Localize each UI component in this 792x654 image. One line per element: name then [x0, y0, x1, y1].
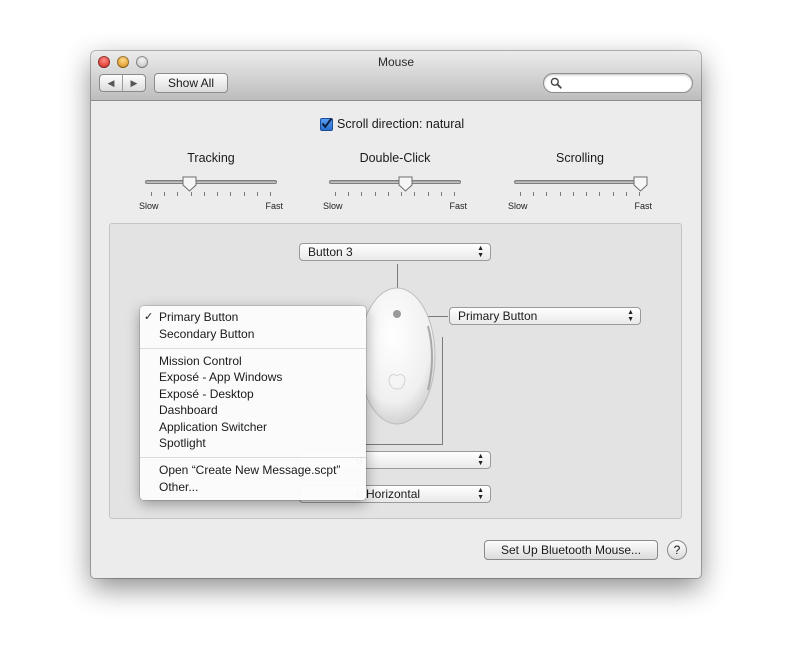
menu-item-dashboard[interactable]: Dashboard — [140, 402, 366, 418]
scroll-direction-checkbox[interactable] — [320, 117, 333, 131]
double-click-ticks — [335, 192, 455, 197]
double-click-min-label: Slow — [323, 201, 343, 211]
slider-tick — [533, 192, 534, 196]
menu-item-label: Dashboard — [159, 403, 218, 417]
slider-tick — [560, 192, 561, 196]
menu-item-application-switcher[interactable]: Application Switcher — [140, 419, 366, 435]
back-forward-control[interactable]: ◀ ▶ — [99, 74, 146, 92]
menu-item-other[interactable]: Other... — [140, 479, 366, 495]
slider-tick — [177, 192, 178, 196]
checkmark-icon: ✓ — [144, 311, 154, 323]
slider-tick — [361, 192, 362, 196]
scrolling-label: Scrolling — [556, 151, 604, 165]
slider-tick — [164, 192, 165, 196]
slider-tick — [626, 192, 627, 196]
tracking-slider-knob[interactable] — [182, 176, 197, 192]
button-3-popup-value: Button 3 — [308, 245, 353, 259]
tracking-ticks — [151, 192, 271, 197]
connector-scroll-horizontal — [358, 444, 443, 445]
double-click-label: Double-Click — [359, 151, 431, 165]
scrolling-slider-knob[interactable] — [633, 176, 648, 192]
magic-mouse-illustration — [358, 287, 436, 425]
double-click-slider-group: Double-Click Slow Fast — [323, 151, 467, 215]
scrolling-slider-track[interactable] — [514, 180, 646, 184]
menu-item-label: Primary Button — [159, 310, 239, 324]
menu-separator — [140, 348, 366, 349]
button-action-menu: ✓ Primary Button Secondary Button Missio… — [140, 306, 366, 500]
menu-item-label: Secondary Button — [159, 327, 255, 341]
tracking-min-label: Slow — [139, 201, 159, 211]
search-input[interactable] — [543, 73, 693, 93]
tracking-max-label: Fast — [265, 201, 283, 211]
menu-separator — [140, 457, 366, 458]
popup-arrows-icon: ▲ ▼ — [477, 453, 484, 467]
menu-item-spotlight[interactable]: Spotlight — [140, 435, 366, 451]
slider-tick — [520, 192, 521, 196]
double-click-max-label: Fast — [449, 201, 467, 211]
menu-item-mission-control[interactable]: Mission Control — [140, 353, 366, 369]
window-title: Mouse — [377, 55, 415, 69]
slider-tick — [639, 192, 640, 196]
scrolling-max-label: Fast — [634, 201, 652, 211]
menu-item-label: Open “Create New Message.scpt” — [159, 463, 341, 477]
menu-item-expose-app-windows[interactable]: Exposé - App Windows — [140, 369, 366, 385]
slider-tick — [573, 192, 574, 196]
popup-arrows-icon: ▲ ▼ — [477, 245, 484, 259]
magnifier-icon — [550, 77, 562, 89]
slider-tick — [335, 192, 336, 196]
slider-tick — [348, 192, 349, 196]
slider-tick — [401, 192, 402, 196]
menu-item-label: Other... — [159, 480, 199, 494]
slider-tick — [204, 192, 205, 196]
popup-arrows-icon: ▲ ▼ — [477, 487, 484, 501]
back-arrow-icon[interactable]: ◀ — [100, 75, 123, 91]
slider-tick — [454, 192, 455, 196]
slider-tick — [414, 192, 415, 196]
forward-arrow-icon[interactable]: ▶ — [123, 75, 145, 91]
slider-tick — [388, 192, 389, 196]
menu-item-label: Mission Control — [159, 354, 242, 368]
show-all-button[interactable]: Show All — [154, 73, 228, 93]
slider-tick — [441, 192, 442, 196]
help-button[interactable]: ? — [667, 540, 687, 560]
slider-tick — [191, 192, 192, 196]
menu-item-secondary-button[interactable]: Secondary Button — [140, 326, 366, 342]
popup-arrows-icon: ▲ ▼ — [627, 309, 634, 323]
slider-tick — [217, 192, 218, 196]
menu-item-label: Application Switcher — [159, 420, 268, 434]
menu-item-expose-desktop[interactable]: Exposé - Desktop — [140, 386, 366, 402]
slider-tick — [230, 192, 231, 196]
menu-item-primary-button[interactable]: ✓ Primary Button — [140, 309, 366, 325]
primary-button-popup[interactable]: Primary Button ▲ ▼ — [449, 307, 641, 325]
tracking-label: Tracking — [187, 151, 235, 165]
title-bar: Mouse ◀ ▶ Show All — [91, 51, 701, 101]
menu-item-open-script[interactable]: Open “Create New Message.scpt” — [140, 462, 366, 478]
menu-item-label: Spotlight — [159, 436, 206, 450]
slider-tick — [151, 192, 152, 196]
button-3-popup[interactable]: Button 3 ▲ ▼ — [299, 243, 491, 261]
double-click-slider-track[interactable] — [329, 180, 461, 184]
slider-tick — [244, 192, 245, 196]
set-up-bluetooth-mouse-button[interactable]: Set Up Bluetooth Mouse... — [484, 540, 658, 560]
primary-button-popup-value: Primary Button — [458, 309, 538, 323]
scrolling-ticks — [520, 192, 640, 197]
connector-scroll-vertical — [442, 337, 443, 444]
menu-item-label: Exposé - App Windows — [159, 370, 283, 384]
tracking-slider-group: Tracking Slow Fast — [139, 151, 283, 215]
slider-tick — [428, 192, 429, 196]
tracking-slider-track[interactable] — [145, 180, 277, 184]
double-click-slider-knob[interactable] — [398, 176, 413, 192]
slider-tick — [599, 192, 600, 196]
slider-tick — [375, 192, 376, 196]
slider-tick — [546, 192, 547, 196]
slider-tick — [270, 192, 271, 196]
slider-tick — [613, 192, 614, 196]
slider-tick — [257, 192, 258, 196]
slider-tick — [586, 192, 587, 196]
menu-item-label: Exposé - Desktop — [159, 387, 254, 401]
checkmark-icon — [321, 117, 333, 129]
scrolling-min-label: Slow — [508, 201, 528, 211]
scroll-direction-label: Scroll direction: natural — [337, 117, 465, 131]
scrolling-slider-group: Scrolling Slow Fast — [508, 151, 652, 215]
